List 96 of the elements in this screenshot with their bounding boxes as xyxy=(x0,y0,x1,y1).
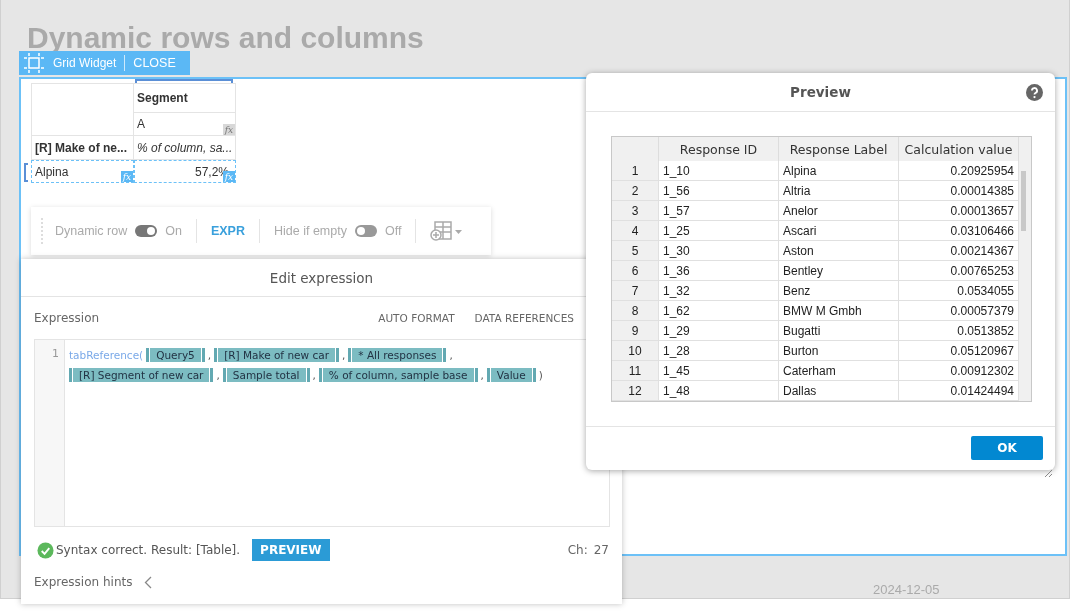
table-cell: Alpina xyxy=(779,161,899,181)
row-number: 11 xyxy=(612,361,659,381)
line-number: 1 xyxy=(52,347,59,360)
row-number: 5 xyxy=(612,241,659,261)
table-cell: 1_10 xyxy=(659,161,779,181)
action-link[interactable]: DATA REFERENCES xyxy=(474,312,574,324)
column-subheader[interactable]: A fx xyxy=(134,113,236,136)
table-cell: 1_36 xyxy=(659,261,779,281)
toggle-switch[interactable] xyxy=(135,225,158,237)
row-number: 8 xyxy=(612,301,659,321)
add-table-icon[interactable] xyxy=(430,220,465,242)
table-cell: 0.0513852 xyxy=(899,321,1019,341)
table-cell: Bugatti xyxy=(779,321,899,341)
char-label: Ch: xyxy=(567,543,588,557)
punctuation: , xyxy=(312,369,316,381)
reference-token[interactable]: % of column, sample base xyxy=(318,368,478,382)
punctuation: , xyxy=(216,369,220,381)
section-label: Expression xyxy=(34,311,100,325)
row-number: 1 xyxy=(612,161,659,181)
table-cell: 1_48 xyxy=(659,381,779,401)
footer-date: 2024-12-05 xyxy=(873,582,940,597)
table-cell: 0.00013657 xyxy=(899,201,1019,221)
action-link[interactable]: AUTO FORMAT xyxy=(378,312,455,324)
row-selection-bracket xyxy=(24,163,28,182)
table-cell: 1_57 xyxy=(659,201,779,221)
row-number: 4 xyxy=(612,221,659,241)
reference-token[interactable]: [R] Segment of new car xyxy=(69,368,214,382)
table-cell: Anelor xyxy=(779,201,899,221)
table-cell: 0.00765253 xyxy=(899,261,1019,281)
table-cell: Bentley xyxy=(779,261,899,281)
measure-cell[interactable]: % of column, sa... xyxy=(134,136,236,160)
row-header[interactable]: [R] Make of ne... xyxy=(31,136,134,160)
ok-button[interactable]: OK xyxy=(971,436,1043,460)
reference-token[interactable]: [R] Make of new car xyxy=(214,348,339,362)
table-cell: 0.00214367 xyxy=(899,241,1019,261)
success-icon xyxy=(37,541,54,559)
table-cell: 0.01424494 xyxy=(899,381,1019,401)
table-cell: Ascari xyxy=(779,221,899,241)
table-cell: Benz xyxy=(779,281,899,301)
formula-icon[interactable]: fx xyxy=(223,124,235,135)
table-cell: 1_29 xyxy=(659,321,779,341)
table-cell: Burton xyxy=(779,341,899,361)
reference-token[interactable]: Sample total xyxy=(222,368,310,382)
table-cell: BMW M Gmbh xyxy=(779,301,899,321)
table-cell: 1_28 xyxy=(659,341,779,361)
table-cell: Altria xyxy=(779,181,899,201)
toggle-label: Hide if empty xyxy=(274,224,347,238)
help-icon[interactable] xyxy=(1026,84,1043,101)
punctuation: , xyxy=(449,349,453,361)
table-cell: 0.00912302 xyxy=(899,361,1019,381)
table-cell: 1_25 xyxy=(659,221,779,241)
function-name: tabReference( xyxy=(69,349,144,361)
row-number: 12 xyxy=(612,381,659,401)
table-cell: 1_32 xyxy=(659,281,779,301)
punctuation: , xyxy=(480,369,484,381)
table-cell: 1_45 xyxy=(659,361,779,381)
resize-grip-icon[interactable] xyxy=(1044,469,1053,478)
punctuation: , xyxy=(342,349,346,361)
row-number: 7 xyxy=(612,281,659,301)
row-number: 10 xyxy=(612,341,659,361)
punctuation: ) xyxy=(538,369,543,381)
row-number: 9 xyxy=(612,321,659,341)
chevron-left-icon[interactable] xyxy=(144,575,153,589)
table-cell: 0.03106466 xyxy=(899,221,1019,241)
toggle-label: Dynamic row xyxy=(55,224,128,238)
row-number: 2 xyxy=(612,181,659,201)
toggle-state: Off xyxy=(384,224,402,238)
reference-token[interactable]: * All responses xyxy=(348,348,447,362)
hints-label: Expression hints xyxy=(34,575,133,589)
table-cell: Dallas xyxy=(779,381,899,401)
table-cell: Aston xyxy=(779,241,899,261)
widget-label: Grid Widget xyxy=(53,56,117,70)
char-count: 27 xyxy=(593,543,609,557)
drag-handle[interactable] xyxy=(41,218,43,244)
row-label-cell[interactable]: Alpina fx xyxy=(31,160,134,183)
reference-token[interactable]: Query5 xyxy=(146,348,205,362)
table-cell: 1_56 xyxy=(659,181,779,201)
syntax-status: Syntax correct. Result: [Table]. xyxy=(56,543,241,557)
table-cell: 0.00057379 xyxy=(899,301,1019,321)
table-cell: 0.0534055 xyxy=(899,281,1019,301)
table-cell: 0.20925954 xyxy=(899,161,1019,181)
table-cell: 0.00014385 xyxy=(899,181,1019,201)
dialog-title: Preview xyxy=(790,84,851,100)
toggle-state: On xyxy=(165,224,182,238)
table-cell: 0.05120967 xyxy=(899,341,1019,361)
row-number: 6 xyxy=(612,261,659,281)
punctuation: , xyxy=(207,349,212,361)
row-number: 3 xyxy=(612,201,659,221)
column-header[interactable]: Segment xyxy=(134,83,236,113)
table-cell: Caterham xyxy=(779,361,899,381)
table-cell: 1_62 xyxy=(659,301,779,321)
widget-select-icon[interactable] xyxy=(23,53,45,73)
table-cell: 1_30 xyxy=(659,241,779,261)
toggle-switch[interactable] xyxy=(354,225,377,237)
page-title: Dynamic rows and columns xyxy=(26,20,425,51)
reference-token[interactable]: Value xyxy=(486,368,536,382)
